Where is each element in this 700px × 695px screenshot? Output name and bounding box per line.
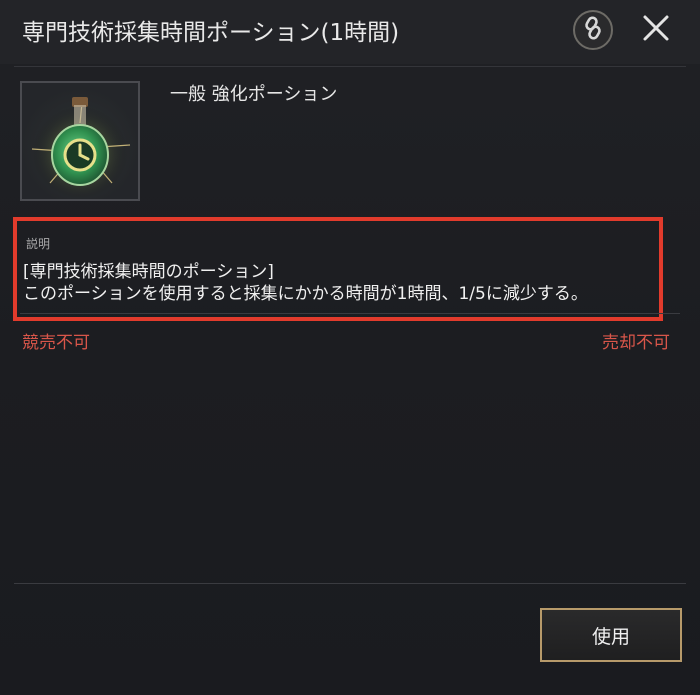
description-divider	[20, 313, 680, 314]
description-body: このポーションを使用すると採集にかかる時間が1時間、1/5に減少する。	[23, 284, 588, 304]
use-button[interactable]: 使用	[540, 608, 682, 662]
close-button[interactable]	[638, 12, 674, 48]
link-button[interactable]	[573, 10, 613, 50]
use-button-label: 使用	[591, 625, 630, 648]
close-x-icon	[642, 14, 670, 46]
footer-divider	[14, 583, 686, 584]
auction-restriction: 競売不可	[22, 333, 90, 353]
header-bar: 専門技術採集時間ポーション(1時間)	[0, 0, 700, 64]
item-tooltip-panel: 専門技術採集時間ポーション(1時間) 一般 強化ポーション 説明 [専門技術採集…	[0, 0, 700, 695]
item-grade-type: 一般 強化ポーション	[170, 84, 338, 105]
sell-restriction: 売却不可	[602, 333, 670, 353]
item-title: 専門技術採集時間ポーション(1時間)	[22, 20, 400, 46]
item-icon-frame	[20, 81, 140, 201]
description-section: 説明 [専門技術採集時間のポーション] このポーションを使用すると採集にかかる時…	[13, 217, 663, 321]
potion-clock-icon	[22, 97, 138, 203]
link-chain-icon	[580, 15, 606, 45]
description-label: 説明	[26, 237, 51, 251]
header-divider	[14, 66, 686, 67]
